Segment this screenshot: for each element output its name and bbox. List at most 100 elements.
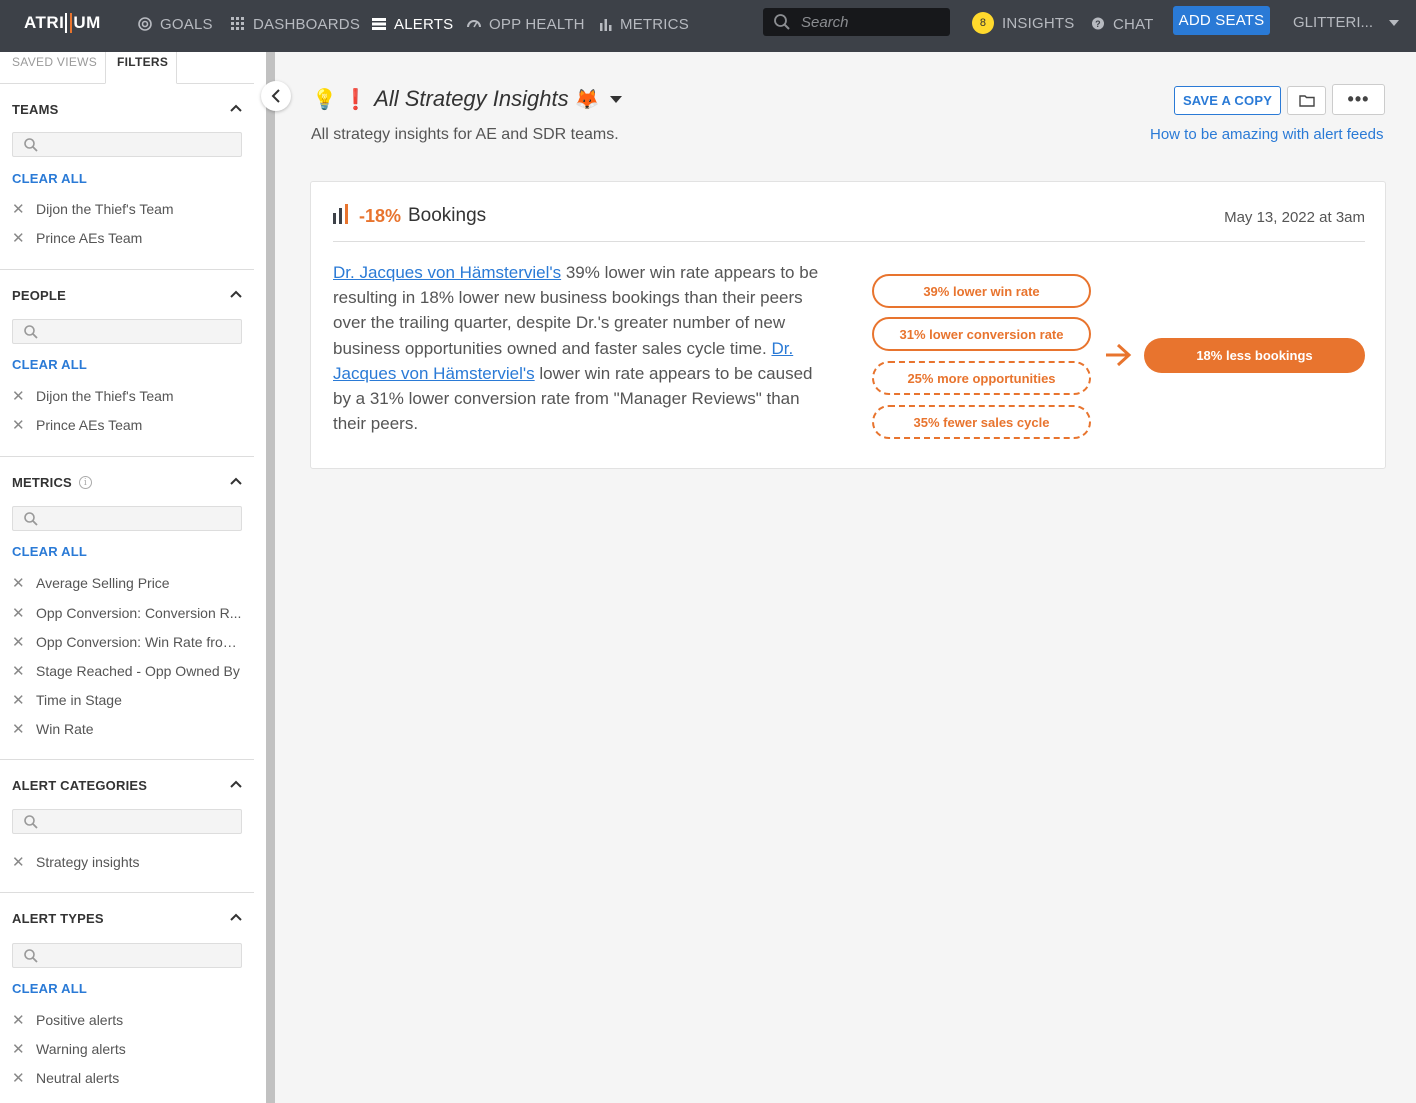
search-icon — [774, 14, 790, 30]
factor-pill: 31% lower conversion rate — [872, 317, 1091, 351]
section-title: ALERT CATEGORIES — [12, 778, 148, 793]
teams-search-field[interactable] — [12, 132, 242, 157]
user-name: GLITTERI... — [1293, 14, 1374, 31]
filter-chip: ✕ Warning alerts — [12, 1039, 248, 1059]
feed-emoji: 💡 ❗ — [312, 87, 369, 111]
result-pill: 18% less bookings — [1144, 338, 1365, 373]
nav-opp-health[interactable]: OPP HEALTH — [467, 14, 585, 34]
remove-icon[interactable]: ✕ — [12, 855, 25, 870]
people-search-field[interactable] — [12, 319, 242, 344]
remove-icon[interactable]: ✕ — [12, 1042, 25, 1057]
people-search-input[interactable] — [43, 323, 233, 340]
logo-bars-icon — [65, 13, 73, 33]
chip-label: Opp Conversion: Conversion R... — [36, 605, 242, 621]
filter-chip: ✕ Prince AEs Team — [12, 415, 248, 435]
nav-chat[interactable]: ? CHAT — [1091, 14, 1154, 34]
user-menu[interactable]: GLITTERI... — [1293, 14, 1400, 31]
nav-goals[interactable]: GOALS — [138, 14, 213, 34]
more-options-button[interactable]: ••• — [1332, 84, 1385, 115]
metrics-search-field[interactable] — [12, 506, 242, 531]
factor-pill: 39% lower win rate — [872, 274, 1091, 308]
search-input[interactable] — [801, 13, 941, 31]
chevron-up-icon[interactable] — [230, 780, 242, 788]
nav-metrics[interactable]: METRICS — [600, 14, 689, 34]
nav-insights[interactable]: 8 INSIGHTS — [972, 12, 1074, 34]
remove-icon[interactable]: ✕ — [12, 1013, 25, 1028]
atrium-logo[interactable]: ATRI UM — [24, 13, 101, 33]
chip-label: Time in Stage — [36, 692, 122, 708]
chevron-down-icon — [1389, 19, 1400, 26]
clear-all-button[interactable]: CLEAR ALL — [12, 357, 87, 372]
metrics-search-input[interactable] — [43, 510, 233, 527]
chat-help-icon: ? — [1092, 17, 1104, 30]
factor-pill-dashed: 35% fewer sales cycle — [872, 405, 1091, 439]
filter-section-teams: TEAMS CLEAR ALL ✕ Dijon the Thief's Team … — [0, 84, 254, 270]
remove-icon[interactable]: ✕ — [12, 722, 25, 737]
categories-search-field[interactable] — [12, 809, 242, 834]
info-icon[interactable]: i — [78, 476, 92, 489]
nav-insights-label: INSIGHTS — [1002, 14, 1075, 32]
collapse-sidebar-button[interactable] — [261, 81, 291, 111]
remove-icon[interactable]: ✕ — [12, 606, 25, 621]
alert-timestamp: May 13, 2022 at 3am — [1224, 209, 1365, 226]
remove-icon[interactable]: ✕ — [12, 231, 25, 246]
filter-chip: ✕ Win Rate — [12, 719, 248, 739]
chevron-up-icon[interactable] — [230, 477, 242, 485]
search-icon — [24, 949, 38, 963]
metric-bar-chart-icon — [333, 204, 348, 224]
folder-icon — [1298, 95, 1315, 107]
teams-search-input[interactable] — [43, 136, 233, 153]
top-nav: ATRI UM GOALS DASHBOARDS ALERTS OPP HEALT… — [0, 0, 1416, 52]
factor-pill-dashed: 25% more opportunities — [872, 361, 1091, 395]
chevron-up-icon[interactable] — [230, 913, 242, 921]
chevron-up-icon[interactable] — [230, 290, 242, 298]
gauge-icon — [467, 20, 481, 28]
folder-button[interactable] — [1287, 86, 1326, 115]
clear-all-button[interactable]: CLEAR ALL — [12, 171, 87, 186]
bar-chart-icon — [600, 19, 612, 31]
tab-filters[interactable]: FILTERS — [117, 55, 168, 69]
remove-icon[interactable]: ✕ — [12, 418, 25, 433]
remove-icon[interactable]: ✕ — [12, 576, 25, 591]
remove-icon[interactable]: ✕ — [12, 389, 25, 404]
remove-icon[interactable]: ✕ — [12, 664, 25, 679]
global-search[interactable] — [763, 8, 950, 36]
filter-chip: ✕ Prince AEs Team — [12, 228, 248, 248]
remove-icon[interactable]: ✕ — [12, 1071, 25, 1086]
nav-alerts[interactable]: ALERTS — [372, 14, 453, 34]
help-link[interactable]: How to be amazing with alert feeds — [1150, 126, 1383, 143]
feed-title-row[interactable]: 💡 ❗ All Strategy Insights 🦊 — [312, 86, 622, 112]
remove-icon[interactable]: ✕ — [12, 693, 25, 708]
save-copy-button[interactable]: SAVE A COPY — [1174, 86, 1281, 115]
filter-chip: ✕ Time in Stage — [12, 690, 248, 710]
filter-chip: ✕ Strategy insights — [12, 852, 248, 872]
grid-icon — [231, 17, 244, 30]
sidebar-scrollbar-thumb[interactable] — [266, 52, 275, 1103]
chevron-down-icon[interactable] — [609, 95, 622, 103]
clear-all-button[interactable]: CLEAR ALL — [12, 544, 87, 559]
page-title: All Strategy Insights — [374, 86, 569, 111]
remove-icon[interactable]: ✕ — [12, 635, 25, 650]
list-icon — [372, 18, 386, 30]
categories-search-input[interactable] — [43, 813, 233, 830]
metric-name: Bookings — [408, 205, 487, 226]
chip-label: Positive alerts — [36, 1012, 124, 1028]
filter-section-alert-types: ALERT TYPES CLEAR ALL ✕ Positive alerts ✕… — [0, 893, 254, 1103]
filter-chip: ✕ Neutral alerts — [12, 1068, 248, 1088]
filter-chip: ✕ Opp Conversion: Conversion R... — [12, 603, 248, 623]
chip-label: Average Selling Price — [36, 575, 170, 591]
chevron-up-icon[interactable] — [230, 104, 242, 112]
add-seats-button[interactable]: ADD SEATS — [1173, 6, 1270, 35]
types-search-field[interactable] — [12, 943, 242, 968]
chip-label: Dijon the Thief's Team — [36, 388, 174, 404]
tab-saved-views[interactable]: SAVED VIEWS — [12, 55, 97, 69]
metric-delta: -18% — [359, 206, 402, 226]
types-search-input[interactable] — [43, 947, 233, 964]
chip-label: Opp Conversion: Win Rate from... — [36, 634, 242, 650]
search-icon — [24, 138, 38, 152]
nav-dashboards[interactable]: DASHBOARDS — [231, 14, 360, 34]
filter-section-metrics: METRICS i CLEAR ALL ✕ Average Selling Pri… — [0, 457, 254, 760]
clear-all-button[interactable]: CLEAR ALL — [12, 981, 87, 996]
remove-icon[interactable]: ✕ — [12, 202, 25, 217]
person-link[interactable]: Dr. Jacques von Hämsterviel's — [333, 263, 561, 282]
